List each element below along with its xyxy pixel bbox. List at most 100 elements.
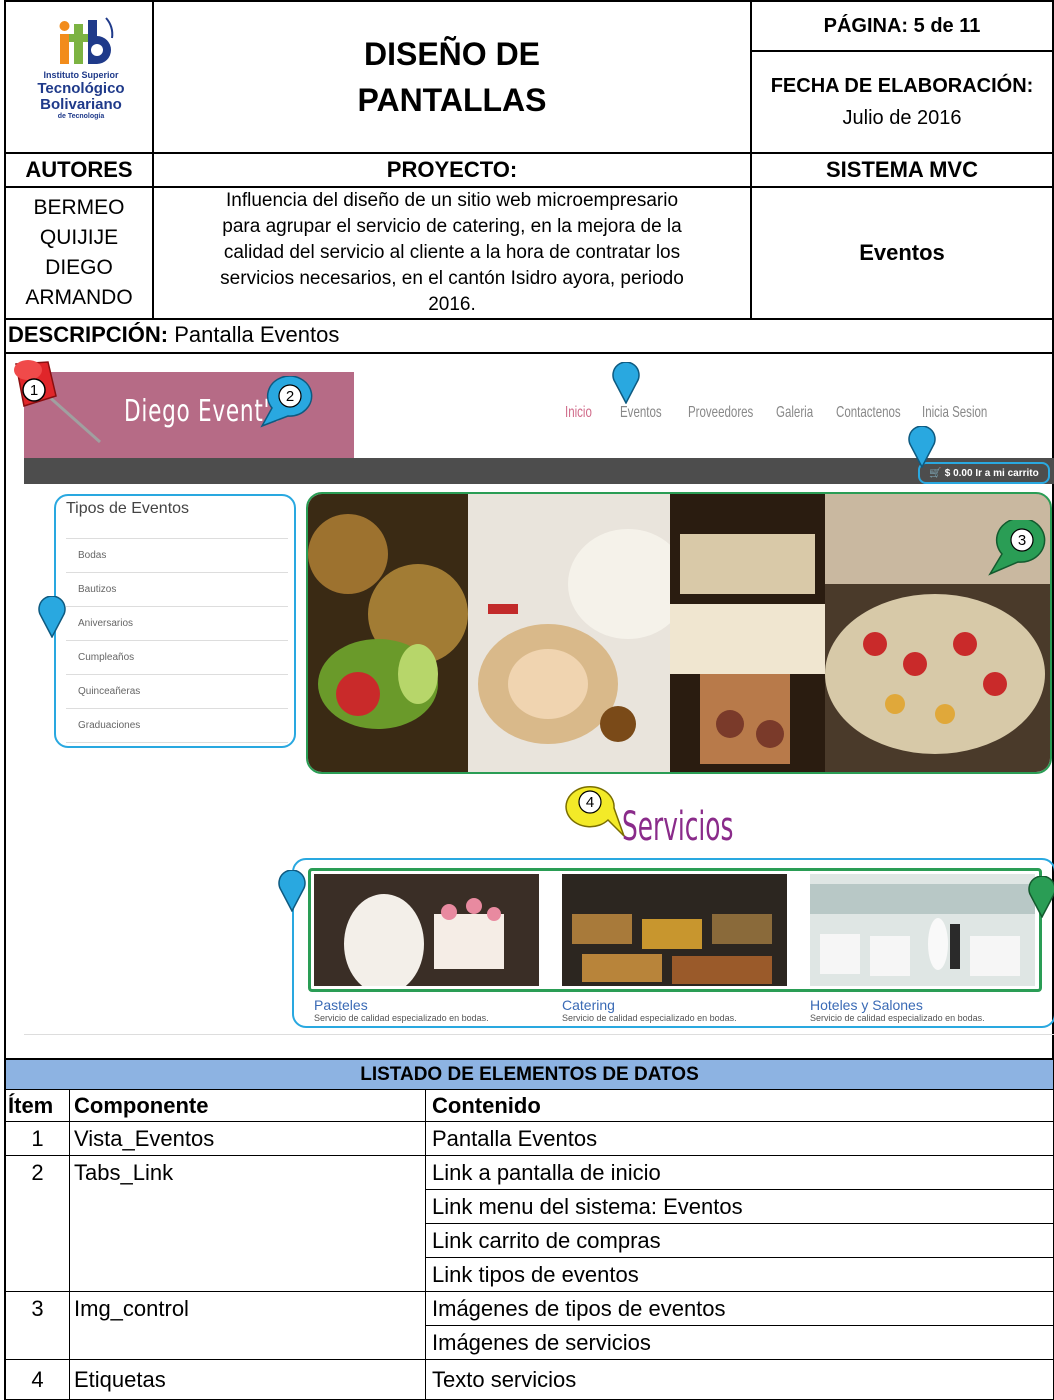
author-line: DIEGO [45, 256, 113, 279]
title-line1: DISEÑO DE [363, 36, 541, 72]
author-line: QUIJIJE [39, 226, 119, 249]
logo-line3: Bolivariano [40, 96, 122, 113]
nav-eventos[interactable]: Eventos [620, 404, 662, 422]
callout-icon: 4 [565, 785, 625, 837]
table-cell-item: 3 [6, 1292, 70, 1360]
cart-label: $ 0.00 Ir a mi carrito [944, 467, 1039, 479]
authors-list: BERMEO QUIJIJE DIEGO ARMANDO [4, 186, 154, 320]
events-image-slider[interactable] [306, 492, 1052, 774]
nav-inicio[interactable]: Inicio [565, 404, 592, 422]
table-cell-component: Etiquetas [70, 1360, 426, 1400]
project-label: PROYECTO: [152, 152, 752, 188]
pushpin-icon: 1 [14, 360, 101, 444]
table-cell-content: Imágenes de servicios [426, 1326, 1054, 1360]
project-line: servicios necesarios, en el cantón Isidr… [220, 268, 684, 289]
food-photo-3 [670, 494, 825, 772]
date-label: FECHA DE ELABORACIÓN: [770, 75, 1034, 97]
table-cell-component: Tabs_Link [70, 1156, 426, 1292]
map-pin-icon [1028, 876, 1054, 918]
service-description: Servicio de calidad especializado en bod… [314, 1013, 489, 1023]
document: Instituto Superior Tecnológico Bolivaria… [4, 0, 1054, 1400]
project-line: 2016. [428, 294, 476, 315]
service-card[interactable]: Catering Servicio de calidad especializa… [562, 874, 787, 1023]
events-screen-mockup: Diego Event's Inicio Eventos Proveedores… [24, 372, 1054, 1062]
service-name: Pasteles [314, 997, 368, 1013]
date-block: FECHA DE ELABORACIÓN: Julio de 2016 [750, 50, 1054, 154]
event-type-item[interactable]: Aniversarios [66, 607, 288, 641]
logo-line1: Instituto Superior [43, 70, 119, 80]
nav-contactenos[interactable]: Contactenos [836, 404, 901, 422]
project-line: para agrupar el servicio de catering, en… [222, 216, 682, 237]
table-cell-content: Texto servicios [426, 1360, 1054, 1400]
badge-number: 4 [586, 794, 594, 811]
event-type-item[interactable]: Bautizos [66, 573, 288, 607]
service-card[interactable]: Hoteles y Salones Servicio de calidad es… [810, 874, 1035, 1023]
event-type-item[interactable]: Graduaciones [66, 709, 288, 743]
authors-label: AUTORES [4, 152, 154, 188]
service-name: Catering [562, 997, 615, 1013]
table-header-content: Contenido [426, 1090, 1054, 1122]
author-line: ARMANDO [25, 286, 133, 309]
table-cell-item: 4 [6, 1360, 70, 1400]
logo-line4: de Tecnología [57, 113, 105, 120]
table-title: LISTADO DE ELEMENTOS DE DATOS [6, 1060, 1054, 1090]
project-line: calidad del servicio al cliente a la hor… [223, 242, 681, 263]
table-cell-content: Pantalla Eventos [426, 1122, 1054, 1156]
footer-divider [24, 1034, 1054, 1035]
event-type-item[interactable]: Cumpleaños [66, 641, 288, 675]
map-pin-icon [38, 596, 66, 638]
event-types-title: Tipos de Eventos [66, 500, 190, 517]
map-pin-icon [278, 870, 306, 912]
table-cell-item: 1 [6, 1122, 70, 1156]
callout-icon: 3 [988, 520, 1046, 576]
table-cell-component: Img_control [70, 1292, 426, 1360]
nav-inicia-sesion[interactable]: Inicia Sesion [922, 404, 987, 422]
project-line: Influencia del diseño de un sitio web mi… [225, 190, 679, 211]
service-image-pasteles [314, 874, 539, 994]
table-cell-item: 2 [6, 1156, 70, 1292]
description-label: DESCRIPCIÓN: [8, 322, 169, 347]
institute-logo: Instituto Superior Tecnológico Bolivaria… [4, 0, 154, 154]
date-value: Julio de 2016 [842, 107, 962, 129]
system-value: Eventos [750, 186, 1054, 320]
services-title: Servicios [622, 804, 734, 850]
description-value: Pantalla Eventos [168, 322, 340, 347]
callout-icon: 2 [260, 376, 313, 428]
data-elements-table: LISTADO DE ELEMENTOS DE DATOS Ítem Compo… [4, 1058, 1054, 1400]
event-types-panel: Tipos de Eventos Bodas Bautizos Aniversa… [54, 494, 296, 748]
map-pin-icon [908, 426, 936, 468]
table-cell-content: Link tipos de eventos [426, 1258, 1054, 1292]
badge-number: 2 [286, 388, 294, 405]
service-name: Hoteles y Salones [810, 997, 923, 1013]
event-type-item[interactable]: Quinceañeras [66, 675, 288, 709]
nav-proveedores[interactable]: Proveedores [688, 404, 753, 422]
site-nav-bar [24, 458, 1054, 484]
table-cell-content: Imágenes de tipos de eventos [426, 1292, 1054, 1326]
cart-icon: 🛒 [929, 467, 942, 479]
nav-galeria[interactable]: Galeria [776, 404, 813, 422]
table-header-component: Componente [70, 1090, 426, 1122]
service-image-hoteles [810, 874, 1035, 986]
service-card[interactable]: Pasteles Servicio de calidad especializa… [314, 874, 539, 1023]
service-image-catering [562, 874, 787, 986]
itb-logo-icon [59, 17, 114, 64]
table-cell-content: Link menu del sistema: Eventos [426, 1190, 1054, 1224]
event-types-list: Bodas Bautizos Aniversarios Cumpleaños Q… [66, 538, 288, 743]
service-description: Servicio de calidad especializado en bod… [562, 1013, 737, 1023]
project-description: Influencia del diseño de un sitio web mi… [152, 186, 752, 320]
page-number: PÁGINA: 5 de 11 [750, 0, 1054, 52]
food-photo-1 [308, 494, 468, 772]
service-description: Servicio de calidad especializado en bod… [810, 1013, 985, 1023]
map-pin-icon [612, 362, 640, 404]
cart-link[interactable]: 🛒 $ 0.00 Ir a mi carrito [918, 462, 1050, 484]
event-type-item[interactable]: Bodas [66, 539, 288, 573]
table-header-item: Ítem [6, 1090, 70, 1122]
table-cell-content: Link a pantalla de inicio [426, 1156, 1054, 1190]
food-photo-2 [468, 494, 670, 772]
title-line2: PANTALLAS [357, 82, 547, 118]
description-row: DESCRIPCIÓN: Pantalla Eventos [4, 318, 1054, 354]
table-cell-component: Vista_Eventos [70, 1122, 426, 1156]
badge-number: 1 [30, 382, 38, 399]
logo-line2: Tecnológico [37, 80, 125, 97]
badge-number: 3 [1018, 532, 1026, 549]
